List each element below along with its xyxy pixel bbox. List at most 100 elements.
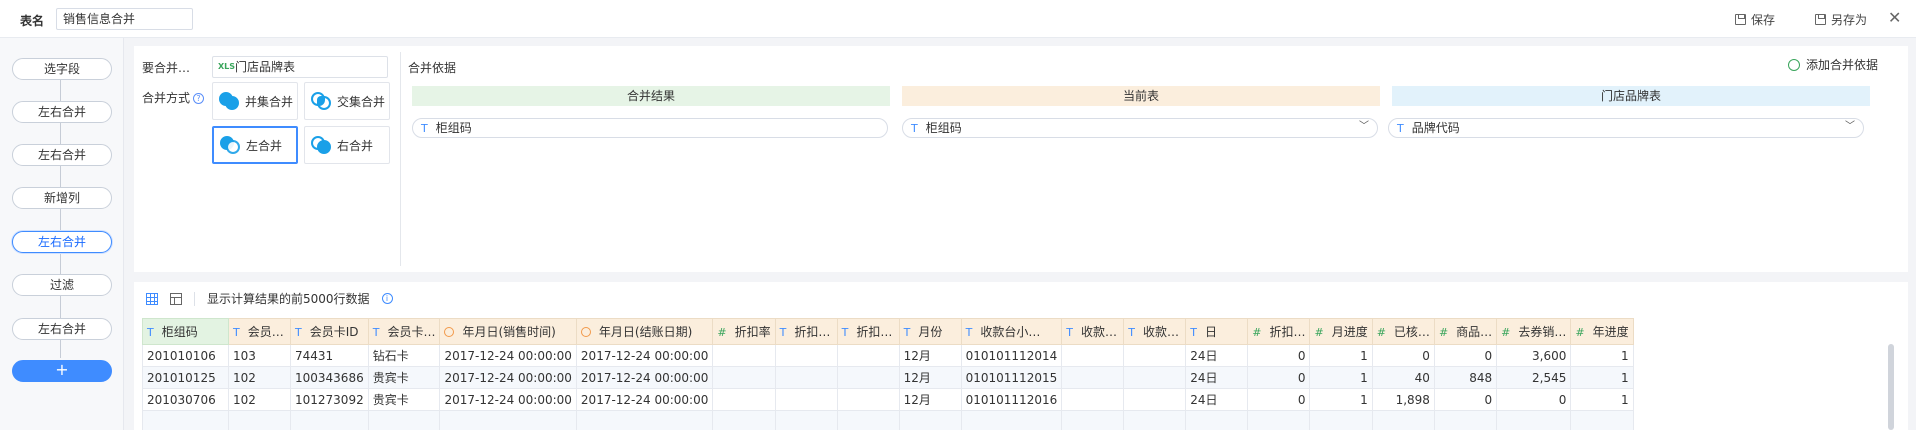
table-cell — [1185, 410, 1249, 430]
column-header[interactable]: 年月日(结账日期) — [575, 318, 714, 345]
column-header[interactable]: 年月日(销售时间) — [439, 318, 577, 345]
flow-node-lr-merge-2[interactable]: 左右合并 — [12, 144, 112, 166]
table-cell: 2017-12-24 00:00:00 — [439, 344, 577, 367]
column-header[interactable]: # 去券销… — [1496, 318, 1572, 345]
text-type-icon: T — [372, 326, 380, 339]
table-cell: 2017-12-24 00:00:00 — [439, 388, 577, 411]
flow-node-lr-merge-4[interactable]: 左右合并 — [12, 318, 112, 340]
table-view-icon[interactable] — [170, 292, 182, 305]
chevron-down-icon: ﹀ — [1359, 121, 1369, 132]
add-basis-button[interactable]: 添加合并依据 — [1788, 56, 1878, 73]
table-cell: 40 — [1371, 366, 1435, 389]
current-field-select[interactable]: T 柜组码 ﹀ — [902, 118, 1378, 138]
table-cell: 1 — [1570, 388, 1634, 411]
column-header-label: 收款… — [1080, 325, 1117, 339]
column-header[interactable]: T 会员… — [228, 318, 291, 345]
flow-node-lr-merge-1[interactable]: 左右合并 — [12, 101, 112, 123]
table-name-input[interactable]: 销售信息合并 — [56, 8, 193, 30]
add-step-button[interactable]: + — [12, 360, 112, 382]
column-header[interactable]: # 商品… — [1433, 318, 1498, 345]
column-header-label: 月份 — [918, 325, 943, 339]
vertical-scrollbar[interactable] — [1888, 344, 1894, 430]
col-head-current: 当前表 — [902, 86, 1380, 106]
column-header[interactable]: T 折扣… — [774, 318, 838, 345]
table-cell: 201030706 — [142, 388, 229, 411]
result-field-value: 柜组码 — [435, 121, 472, 135]
column-header[interactable]: T 柜组码 — [142, 318, 229, 345]
left-merge-button[interactable]: 左合并 — [212, 126, 298, 164]
result-field-select[interactable]: T 柜组码 — [412, 118, 888, 138]
table-cell — [1123, 366, 1187, 389]
text-type-icon: T — [1128, 326, 1135, 339]
info-icon[interactable]: i — [381, 293, 393, 304]
column-header-label: 日 — [1204, 325, 1217, 339]
column-header[interactable]: # 折扣… — [1247, 318, 1311, 345]
text-type-icon: T — [965, 326, 973, 339]
text-type-icon: T — [1397, 122, 1404, 135]
number-type-icon: # — [1252, 326, 1262, 339]
table-cell: 24日 — [1185, 388, 1249, 411]
table-cell: 2,545 — [1496, 366, 1572, 389]
column-header[interactable]: T 折扣… — [836, 318, 900, 345]
column-header[interactable]: T 收款… — [1061, 318, 1125, 345]
column-header[interactable]: T 收款台小… — [960, 318, 1063, 345]
column-header[interactable]: T 会员卡ID — [290, 318, 369, 345]
other-field-select[interactable]: T 品牌代码 ﹀ — [1388, 118, 1864, 138]
merge-table-field[interactable]: XLS 门店品牌表 — [212, 56, 388, 78]
left-merge-label: 左合并 — [246, 138, 283, 153]
table-cell — [774, 366, 838, 389]
table-name-label: 表名 — [20, 14, 45, 28]
column-header[interactable]: # 已核… — [1371, 318, 1435, 345]
column-header-label: 收款… — [1142, 325, 1179, 339]
column-header[interactable]: # 折扣率 — [712, 318, 776, 345]
preview-caption: 显示计算结果的前5000行数据 — [207, 292, 370, 306]
union-merge-label: 并集合并 — [245, 94, 294, 109]
table-cell: 0 — [1433, 388, 1498, 411]
right-merge-button[interactable]: 右合并 — [304, 126, 390, 164]
number-type-icon: # — [1376, 326, 1386, 339]
table-cell: 201010106 — [142, 344, 229, 367]
save-as-label: 另存为 — [1831, 13, 1868, 27]
table-cell: 24日 — [1185, 344, 1249, 367]
flow-node-filter[interactable]: 过滤 — [12, 274, 112, 296]
column-header[interactable]: T日 — [1185, 318, 1249, 345]
column-header-label: 折扣率 — [734, 325, 771, 339]
column-header[interactable]: # 年进度 — [1570, 318, 1634, 345]
flow-node-new-column[interactable]: 新增列 — [12, 187, 112, 209]
table-cell: 12月 — [898, 366, 962, 389]
save-as-button[interactable]: 另存为 — [1815, 11, 1867, 28]
intersect-merge-button[interactable]: 交集合并 — [304, 82, 390, 120]
column-header-label: 月进度 — [1331, 325, 1368, 339]
text-type-icon: T — [295, 326, 302, 339]
table-cell: 102 — [228, 388, 291, 411]
number-type-icon: # — [1575, 326, 1585, 339]
flow-node-select-fields[interactable]: 选字段 — [12, 58, 112, 80]
column-header[interactable]: # 月进度 — [1309, 318, 1373, 345]
table-row: 201010106 103 74431 钻石卡 2017-12-24 00:00:00 2… — [142, 344, 1634, 367]
top-bar: 表名 销售信息合并 保存 另存为 ✕ — [0, 0, 1916, 38]
table-cell — [1247, 410, 1311, 430]
table-cell: 1 — [1570, 366, 1634, 389]
table-cell — [1123, 410, 1187, 430]
column-header-label: 商品… — [1456, 325, 1493, 339]
number-type-icon: # — [717, 326, 727, 339]
table-cell — [712, 366, 776, 389]
column-header[interactable]: T 月份 — [898, 318, 962, 345]
table-cell: 12月 — [898, 344, 962, 367]
close-icon[interactable]: ✕ — [1888, 8, 1901, 27]
preview-toolbar: 显示计算结果的前5000行数据 i — [146, 290, 393, 307]
text-type-icon: T — [841, 326, 849, 339]
table-row: 201030706 102 101273092 贵宾卡 2017-12-24 00:00… — [142, 388, 1634, 411]
column-header-label: 会员卡… — [387, 325, 436, 339]
help-icon[interactable]: ? — [193, 93, 205, 104]
save-button[interactable]: 保存 — [1735, 11, 1775, 28]
column-header[interactable]: T 会员卡… — [367, 318, 441, 345]
grid-view-icon[interactable] — [146, 292, 158, 305]
table-cell: 2017-12-24 00:00:00 — [439, 366, 577, 389]
number-type-icon: # — [1501, 326, 1511, 339]
column-header[interactable]: T 收款… — [1123, 318, 1187, 345]
table-cell: 0 — [1371, 344, 1435, 367]
table-header-row: T 柜组码 T 会员… T 会员卡ID T 会员卡… 年月日(销售时间) 年月日(结账日期) # 折扣… — [142, 318, 1634, 345]
union-merge-button[interactable]: 并集合并 — [212, 82, 298, 120]
flow-node-lr-merge-3[interactable]: 左右合并 — [12, 231, 112, 253]
